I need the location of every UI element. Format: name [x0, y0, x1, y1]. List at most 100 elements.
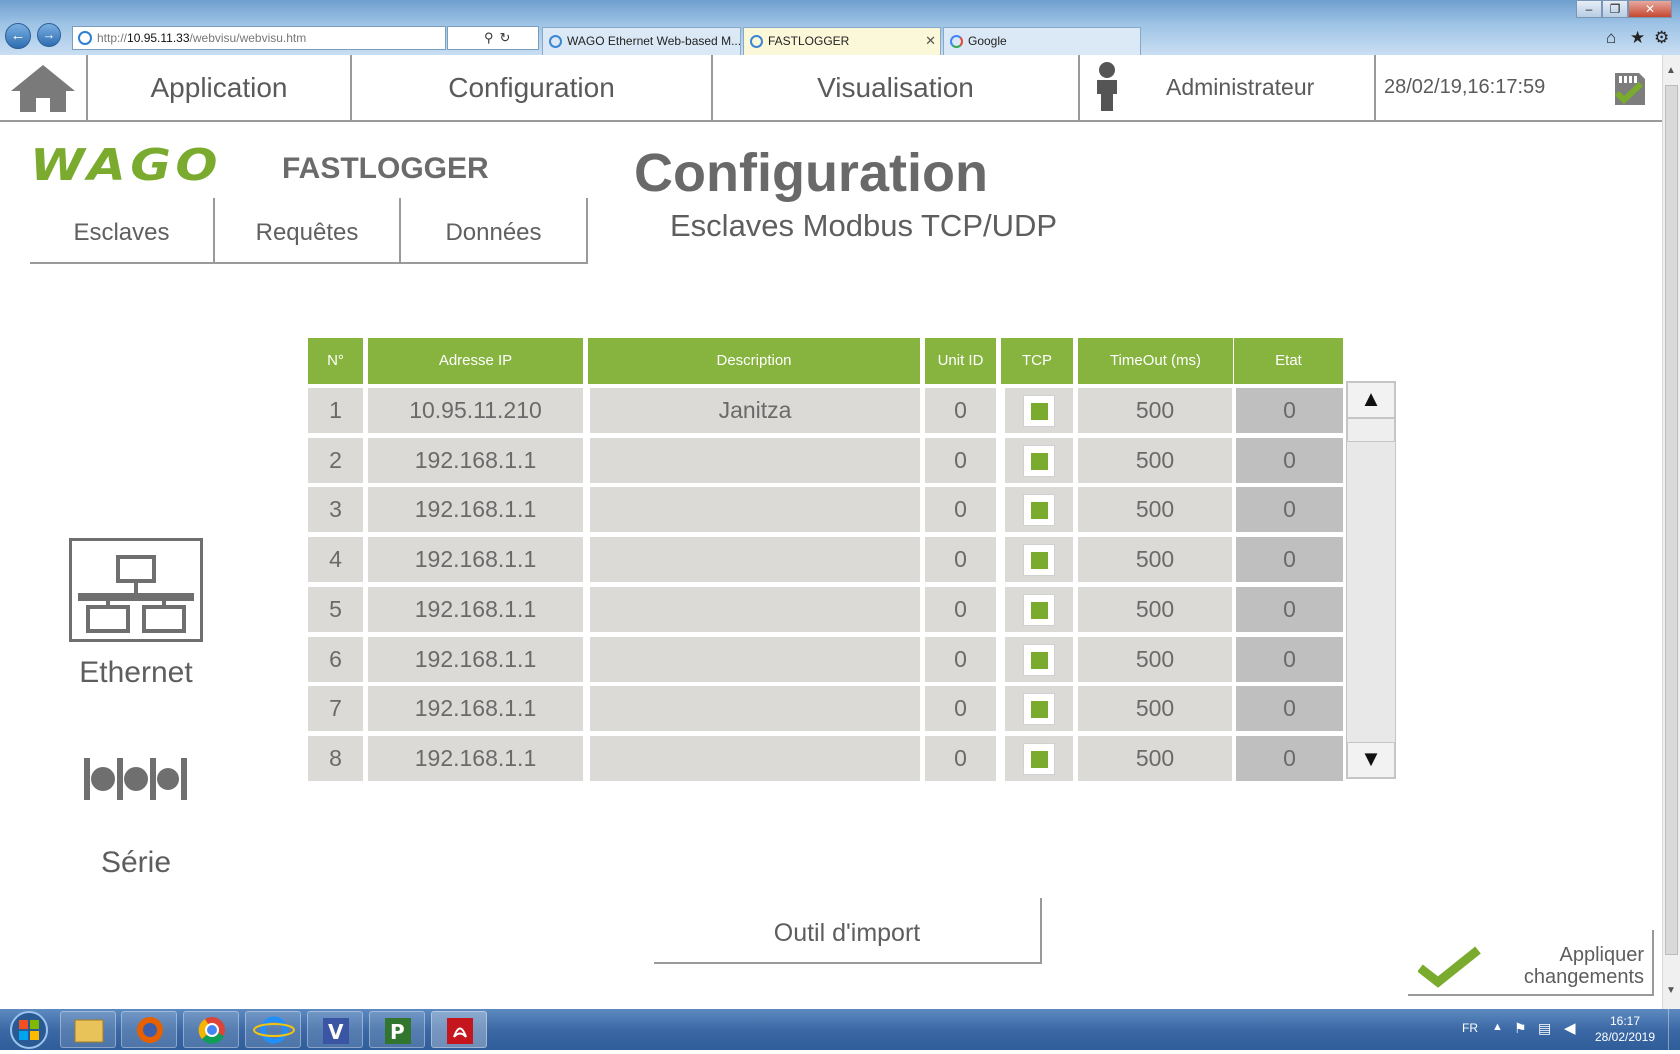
cell-timeout[interactable]: 500 [1078, 637, 1232, 682]
start-button-icon[interactable] [4, 1010, 54, 1050]
cell-description[interactable] [590, 438, 920, 483]
cell-tcp[interactable] [1005, 686, 1073, 731]
cell-description[interactable] [590, 587, 920, 632]
tcp-checkbox[interactable] [1023, 394, 1055, 427]
cell-ip-address[interactable]: 10.95.11.210 [368, 388, 583, 433]
tcp-checkbox[interactable] [1023, 593, 1055, 626]
menu-application[interactable]: Application [88, 55, 352, 120]
taskbar-project[interactable]: P [369, 1011, 425, 1048]
cell-ip-address[interactable]: 192.168.1.1 [368, 587, 583, 632]
tray-expand-icon[interactable]: ▲ [1492, 1021, 1503, 1033]
cell-unit-id[interactable]: 0 [925, 686, 996, 731]
scroll-up-icon[interactable]: ▲ [1666, 65, 1676, 76]
user-area[interactable]: Administrateur [1080, 55, 1376, 120]
volume-icon[interactable]: ◀ [1564, 1019, 1576, 1037]
cell-unit-id[interactable]: 0 [925, 487, 996, 532]
taskbar-explorer[interactable] [60, 1011, 116, 1048]
cell-ip-address[interactable]: 192.168.1.1 [368, 537, 583, 582]
serial-port-icon[interactable] [84, 756, 188, 802]
cell-timeout[interactable]: 500 [1078, 587, 1232, 632]
cell-timeout[interactable]: 500 [1078, 438, 1232, 483]
cell-unit-id[interactable]: 0 [925, 388, 996, 433]
scroll-down-icon[interactable]: ▼ [1666, 985, 1676, 996]
favorites-star-icon[interactable]: ★ [1630, 28, 1645, 48]
cell-tcp[interactable] [1005, 537, 1073, 582]
subtab-requetes[interactable]: Requêtes [215, 198, 401, 264]
menu-configuration[interactable]: Configuration [352, 55, 713, 120]
home-button[interactable] [0, 55, 88, 120]
cell-description[interactable] [590, 637, 920, 682]
language-indicator[interactable]: FR [1462, 1021, 1478, 1035]
table-scroll-up-button[interactable]: ▲ [1347, 382, 1395, 418]
close-tab-icon[interactable]: ✕ [925, 28, 936, 54]
subtab-esclaves[interactable]: Esclaves [30, 198, 215, 264]
cell-tcp[interactable] [1005, 388, 1073, 433]
cell-ip-address[interactable]: 192.168.1.1 [368, 736, 583, 781]
apply-changes-button[interactable]: Appliquer changements [1408, 930, 1654, 996]
table-scrollbar[interactable]: ▲ ▼ [1346, 381, 1396, 779]
action-center-flag-icon[interactable]: ⚑ [1514, 1020, 1527, 1037]
minimize-button[interactable]: – [1576, 0, 1602, 18]
taskbar-chrome[interactable] [183, 1011, 239, 1048]
maximize-button[interactable]: ❐ [1602, 0, 1628, 18]
page-scrollbar[interactable]: ▲ ▼ [1662, 55, 1680, 1009]
cell-timeout[interactable]: 500 [1078, 388, 1232, 433]
cell-tcp[interactable] [1005, 438, 1073, 483]
page-scroll-thumb[interactable] [1665, 85, 1678, 955]
cell-timeout[interactable]: 500 [1078, 736, 1232, 781]
cell-description[interactable] [590, 686, 920, 731]
cell-ip-address[interactable]: 192.168.1.1 [368, 686, 583, 731]
cell-unit-id[interactable]: 0 [925, 736, 996, 781]
cell-tcp[interactable] [1005, 587, 1073, 632]
tcp-checkbox[interactable] [1023, 742, 1055, 775]
tcp-checkbox[interactable] [1023, 643, 1055, 676]
table-scroll-thumb[interactable] [1347, 418, 1395, 442]
tcp-checkbox[interactable] [1023, 493, 1055, 526]
taskbar-acrobat[interactable] [431, 1011, 487, 1048]
menu-visualisation[interactable]: Visualisation [713, 55, 1080, 120]
home-icon[interactable]: ⌂ [1606, 28, 1616, 48]
ethernet-label[interactable]: Ethernet [36, 656, 236, 690]
cell-unit-id[interactable]: 0 [925, 438, 996, 483]
tab-wago-web[interactable]: WAGO Ethernet Web-based M... [542, 27, 741, 55]
cell-unit-id[interactable]: 0 [925, 637, 996, 682]
cell-tcp[interactable] [1005, 487, 1073, 532]
cell-description[interactable]: Janitza [590, 388, 920, 433]
forward-button[interactable]: → [37, 23, 61, 47]
cell-timeout[interactable]: 500 [1078, 686, 1232, 731]
cell-description[interactable] [590, 537, 920, 582]
cell-tcp[interactable] [1005, 637, 1073, 682]
taskbar-firefox[interactable] [121, 1011, 177, 1048]
taskbar-visio[interactable]: V [307, 1011, 363, 1048]
network-icon[interactable]: ▤ [1538, 1020, 1551, 1037]
ethernet-button[interactable] [69, 538, 203, 642]
address-bar[interactable]: http://10.95.11.33/webvisu/webvisu.htm [72, 26, 446, 50]
cell-description[interactable] [590, 736, 920, 781]
tcp-checkbox[interactable] [1023, 692, 1055, 725]
tab-fastlogger[interactable]: FASTLOGGER ✕ [743, 27, 941, 55]
close-window-button[interactable]: ✕ [1628, 0, 1672, 18]
cell-unit-id[interactable]: 0 [925, 537, 996, 582]
cell-ip-address[interactable]: 192.168.1.1 [368, 487, 583, 532]
tcp-checkbox[interactable] [1023, 543, 1055, 576]
cell-ip-address[interactable]: 192.168.1.1 [368, 637, 583, 682]
taskbar-internet-explorer[interactable] [245, 1011, 301, 1048]
table-scroll-down-button[interactable]: ▼ [1347, 742, 1395, 778]
refresh-icon[interactable]: ↻ [500, 30, 517, 45]
search-icon[interactable]: ⚲ [484, 30, 500, 45]
tab-google[interactable]: Google [943, 27, 1141, 55]
show-desktop-button[interactable] [1668, 1009, 1680, 1050]
settings-gear-icon[interactable]: ⚙ [1654, 28, 1669, 48]
cell-tcp[interactable] [1005, 736, 1073, 781]
cell-ip-address[interactable]: 192.168.1.1 [368, 438, 583, 483]
serie-label[interactable]: Série [36, 846, 236, 880]
cell-description[interactable] [590, 487, 920, 532]
cell-timeout[interactable]: 500 [1078, 487, 1232, 532]
tray-clock[interactable]: 16:17 28/02/2019 [1588, 1013, 1662, 1045]
cell-unit-id[interactable]: 0 [925, 587, 996, 632]
address-tools[interactable]: ⚲↻ [447, 26, 539, 50]
tcp-checkbox[interactable] [1023, 444, 1055, 477]
cell-timeout[interactable]: 500 [1078, 537, 1232, 582]
import-tool-button[interactable]: Outil d'import [654, 898, 1042, 964]
back-button[interactable]: ← [5, 23, 31, 49]
